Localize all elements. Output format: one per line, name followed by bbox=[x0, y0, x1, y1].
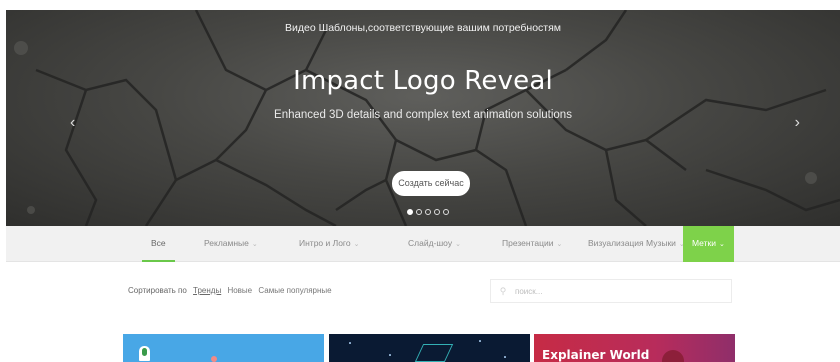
carousel-dot[interactable] bbox=[434, 209, 440, 215]
card-thumbnail-star bbox=[479, 340, 481, 342]
category-label: Интро и Лого bbox=[299, 238, 351, 248]
category-presentations[interactable]: Презентации ⌄ bbox=[502, 226, 562, 262]
category-tags[interactable]: Метки ⌄ bbox=[683, 226, 734, 262]
carousel-next-arrow-icon[interactable]: › bbox=[795, 114, 800, 132]
carousel-dot[interactable] bbox=[443, 209, 449, 215]
category-nav: Все Рекламные ⌄ Интро и Лого ⌄ Слайд-шоу ⌄ … bbox=[6, 226, 840, 262]
hero-banner: Видео Шаблоны,соответствующие вашим потр… bbox=[6, 10, 840, 226]
carousel-dot[interactable] bbox=[407, 209, 413, 215]
search-box: ⚲ bbox=[490, 279, 732, 303]
sort-label: Сортировать по bbox=[128, 286, 187, 295]
carousel-dot[interactable] bbox=[416, 209, 422, 215]
sort-option-new[interactable]: Новые bbox=[227, 286, 252, 295]
template-card[interactable] bbox=[123, 334, 324, 362]
card-thumbnail-shape bbox=[211, 356, 217, 362]
template-card[interactable] bbox=[329, 334, 530, 362]
category-intro-logo[interactable]: Интро и Лого ⌄ bbox=[299, 226, 359, 262]
hero-description: Enhanced 3D details and complex text ani… bbox=[274, 109, 572, 121]
carousel-prev-arrow-icon[interactable]: ‹ bbox=[70, 114, 75, 132]
category-label: Презентации bbox=[502, 238, 554, 248]
category-label: Слайд-шоу bbox=[408, 238, 453, 248]
create-now-button[interactable]: Создать сейчас bbox=[392, 171, 470, 196]
sort-option-popular[interactable]: Самые популярные bbox=[258, 286, 331, 295]
sort-option-trending[interactable]: Тренды bbox=[193, 286, 221, 295]
hero-title: Impact Logo Reveal bbox=[293, 66, 553, 96]
card-thumbnail-star bbox=[504, 356, 506, 358]
card-thumbnail-shape bbox=[142, 348, 147, 356]
chevron-down-icon: ⌄ bbox=[251, 241, 258, 248]
card-thumbnail-star bbox=[389, 354, 391, 356]
chevron-down-icon: ⌄ bbox=[556, 241, 563, 248]
category-label: Метки bbox=[692, 238, 716, 248]
chevron-down-icon: ⌄ bbox=[455, 241, 461, 248]
card-thumbnail-shape bbox=[414, 344, 454, 362]
category-ads[interactable]: Рекламные ⌄ bbox=[204, 226, 258, 262]
card-title: Explainer World bbox=[542, 348, 650, 362]
hero-tagline: Видео Шаблоны,соответствующие вашим потр… bbox=[284, 22, 561, 34]
search-input[interactable] bbox=[515, 281, 731, 301]
category-music-visualization[interactable]: Визуализация Музыки ⌄ bbox=[588, 226, 685, 262]
template-card[interactable]: Explainer World bbox=[534, 334, 735, 362]
chevron-down-icon: ⌄ bbox=[353, 241, 360, 248]
category-label: Визуализация Музыки bbox=[588, 238, 676, 248]
search-icon[interactable]: ⚲ bbox=[491, 286, 515, 297]
chevron-down-icon: ⌄ bbox=[718, 241, 725, 248]
carousel-dot[interactable] bbox=[425, 209, 431, 215]
category-label: Рекламные bbox=[204, 238, 249, 248]
carousel-dots bbox=[407, 209, 449, 215]
category-slideshow[interactable]: Слайд-шоу ⌄ bbox=[408, 226, 461, 262]
sort-bar: Сортировать по Тренды Новые Самые популя… bbox=[128, 286, 336, 295]
category-label: Все bbox=[151, 238, 166, 248]
card-thumbnail-shape bbox=[662, 350, 684, 362]
category-all[interactable]: Все bbox=[142, 226, 175, 262]
card-thumbnail-star bbox=[349, 342, 351, 344]
